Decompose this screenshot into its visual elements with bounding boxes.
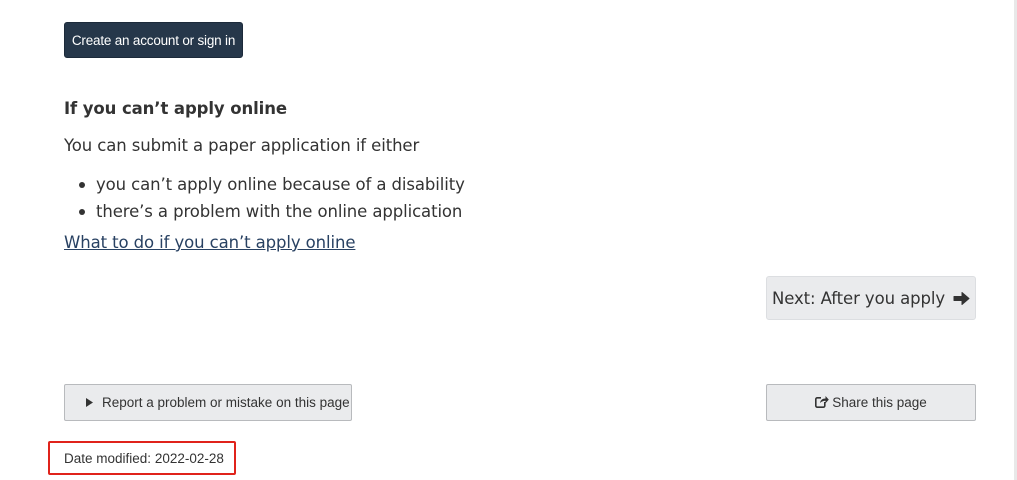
create-account-signin-label: Create an account or sign in	[71, 32, 236, 48]
next-page-label: Next: After you apply	[772, 288, 945, 308]
list-item-text: you can’t apply online because of a disa…	[96, 175, 465, 194]
intro-paragraph: You can submit a paper application if ei…	[64, 136, 420, 155]
create-account-signin-button[interactable]: Create an account or sign in	[64, 22, 243, 58]
bullet-icon	[79, 182, 85, 188]
date-modified: Date modified: 2022-02-28	[64, 451, 224, 466]
share-icon	[815, 394, 830, 411]
list-item: you can’t apply online because of a disa…	[64, 171, 465, 198]
cant-apply-online-link[interactable]: What to do if you can’t apply online	[64, 233, 356, 252]
section-heading: If you can’t apply online	[64, 99, 287, 118]
date-modified-value: 2022-02-28	[154, 451, 224, 466]
caret-right-icon	[86, 395, 94, 410]
report-problem-label: Report a problem or mistake on this page	[102, 395, 350, 410]
date-modified-label: Date modified:	[64, 451, 152, 466]
arrow-right-icon	[953, 291, 970, 306]
next-page-button[interactable]: Next: After you apply	[766, 276, 976, 320]
list-item-text: there’s a problem with the online applic…	[96, 202, 463, 221]
list-item: there’s a problem with the online applic…	[64, 198, 465, 225]
share-page-label: Share this page	[832, 395, 927, 410]
page: Create an account or sign in If you can’…	[0, 0, 1017, 480]
report-problem-button[interactable]: Report a problem or mistake on this page	[64, 384, 352, 421]
share-page-button[interactable]: Share this page	[766, 384, 976, 421]
conditions-list: you can’t apply online because of a disa…	[64, 171, 465, 225]
bullet-icon	[79, 209, 85, 215]
